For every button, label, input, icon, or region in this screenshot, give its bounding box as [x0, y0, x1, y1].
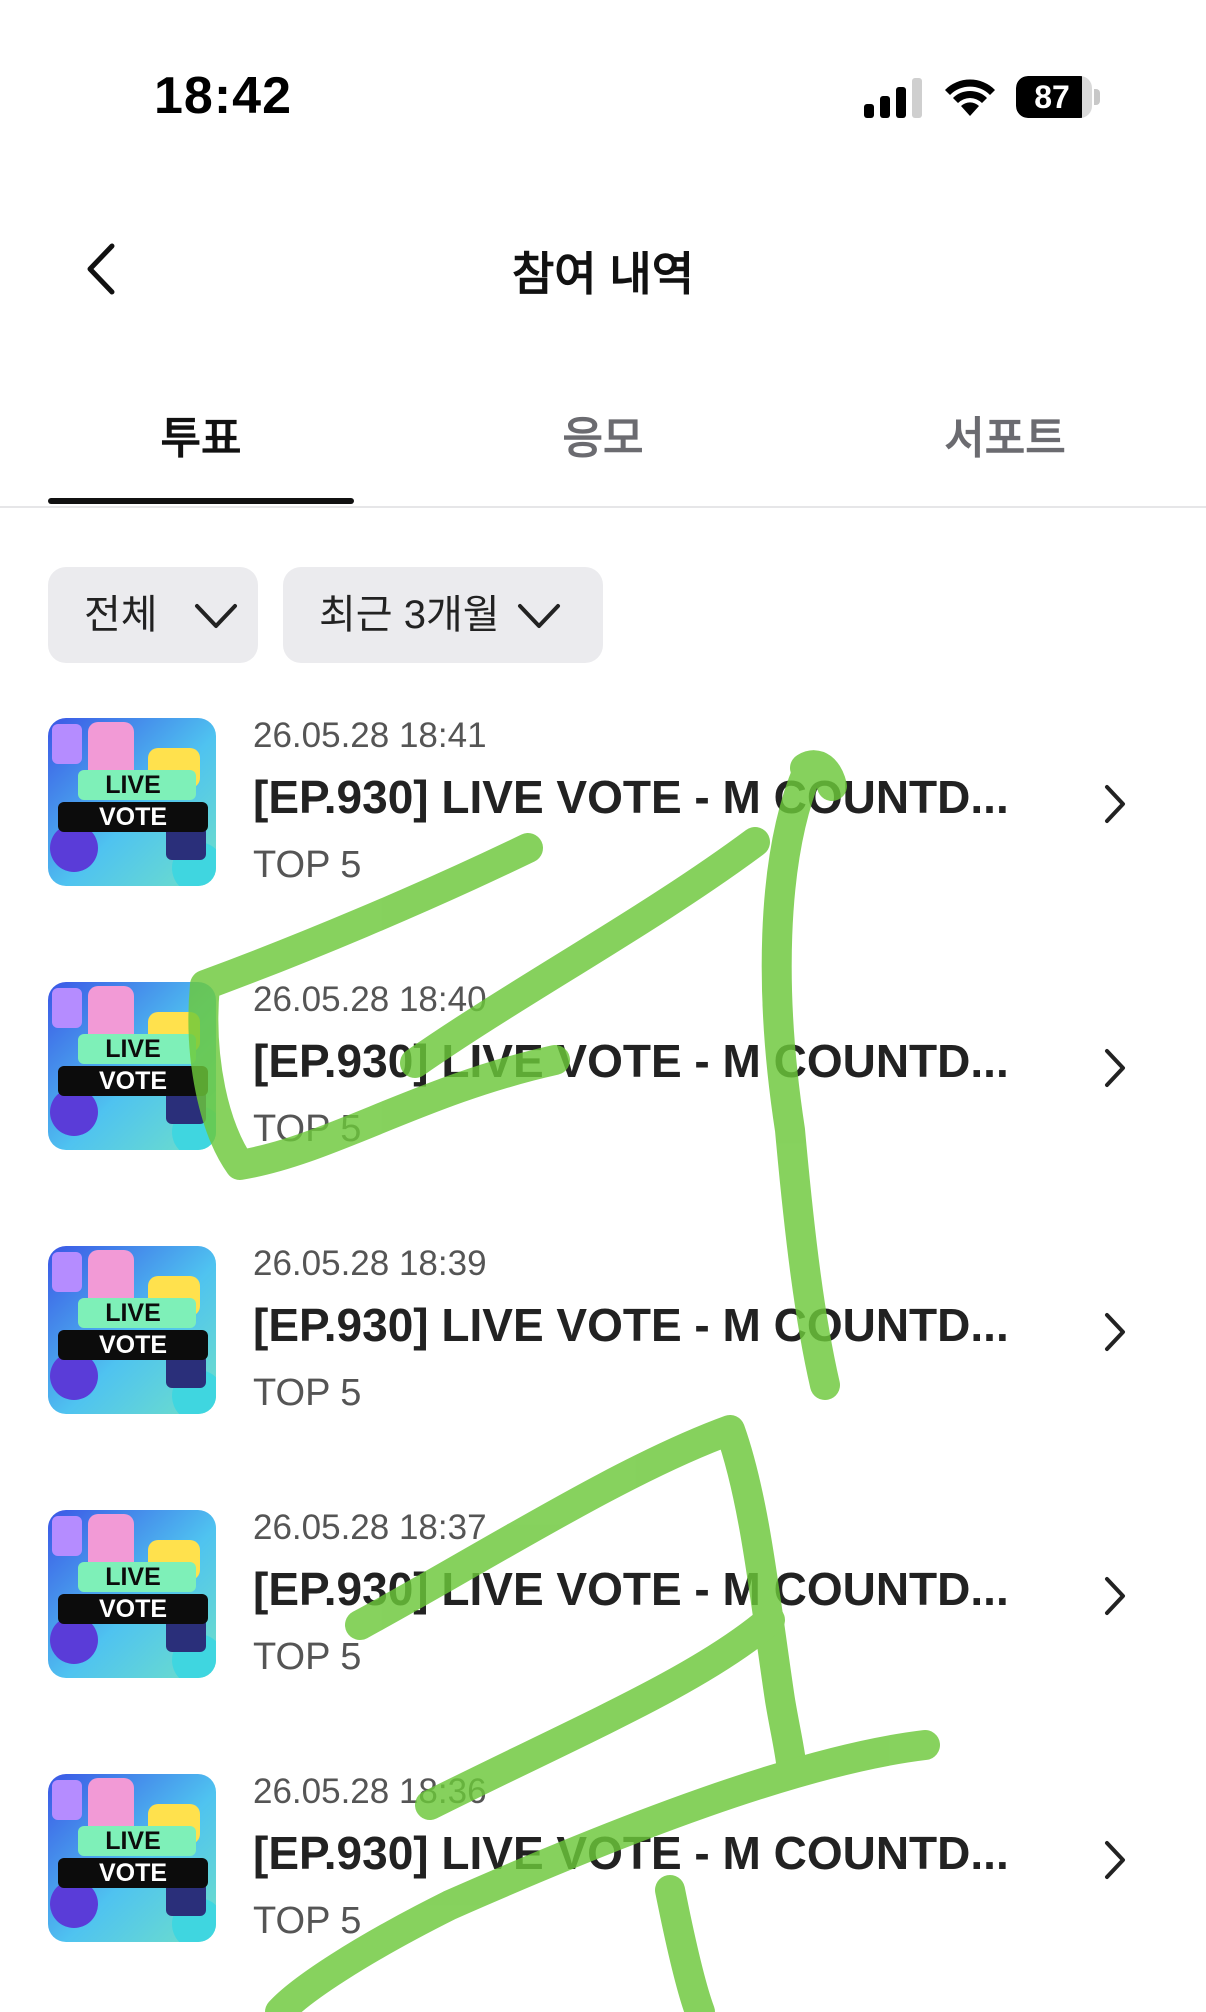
period-filter-label: 최근 3개월	[319, 593, 500, 637]
item-date: 26.05.28 18:40	[253, 980, 487, 1019]
chevron-right-icon	[1105, 1577, 1125, 1615]
list-item[interactable]: LIVE VOTE 26.05.28 18:36 [EP.930] LIVE V…	[0, 1772, 1206, 1974]
item-subtitle: TOP 5	[253, 1108, 362, 1150]
chevron-right-icon	[1105, 1841, 1125, 1879]
item-subtitle: TOP 5	[253, 844, 362, 886]
tab-support[interactable]: 서포트	[852, 402, 1158, 466]
thumbnail-live-text: LIVE	[105, 1563, 161, 1591]
item-subtitle: TOP 5	[253, 1900, 362, 1942]
thumbnail-vote-text: VOTE	[99, 1331, 167, 1359]
item-date: 26.05.28 18:41	[253, 716, 487, 755]
live-vote-thumbnail: LIVE VOTE	[48, 1510, 216, 1678]
item-date: 26.05.28 18:36	[253, 1772, 487, 1811]
status-time: 18:42	[154, 67, 292, 125]
chevron-right-icon	[1105, 785, 1125, 823]
item-title: [EP.930] LIVE VOTE - M COUNTD...	[253, 1035, 1009, 1087]
list-item[interactable]: LIVE VOTE 26.05.28 18:39 [EP.930] LIVE V…	[0, 1244, 1206, 1446]
thumbnail-live-text: LIVE	[105, 1035, 161, 1063]
thumbnail-vote-text: VOTE	[99, 1595, 167, 1623]
live-vote-thumbnail: LIVE VOTE	[48, 718, 216, 886]
category-filter-label: 전체	[84, 593, 158, 637]
period-filter-dropdown[interactable]: 최근 3개월	[283, 567, 603, 663]
page-title: 참여 내역	[511, 248, 695, 300]
item-title: [EP.930] LIVE VOTE - M COUNTD...	[253, 1299, 1009, 1351]
item-title: [EP.930] LIVE VOTE - M COUNTD...	[253, 1563, 1009, 1615]
category-filter-dropdown[interactable]: 전체	[48, 567, 258, 663]
status-bar: 18:42 87	[0, 0, 1206, 190]
tab-vote[interactable]: 투표	[48, 402, 354, 466]
thumbnail-vote-text: VOTE	[99, 1067, 167, 1095]
live-vote-thumbnail: LIVE VOTE	[48, 982, 216, 1150]
item-title: [EP.930] LIVE VOTE - M COUNTD...	[253, 771, 1009, 823]
battery-cap	[1094, 89, 1100, 105]
battery-body: 87	[1016, 76, 1092, 118]
thumbnail-live-text: LIVE	[105, 1827, 161, 1855]
chevron-down-icon	[195, 604, 237, 628]
live-vote-thumbnail: LIVE VOTE	[48, 1774, 216, 1942]
chevron-right-icon	[1105, 1313, 1125, 1351]
thumbnail-live-text: LIVE	[105, 771, 161, 799]
thumbnail-live-text: LIVE	[105, 1299, 161, 1327]
item-date: 26.05.28 18:37	[253, 1508, 487, 1547]
item-subtitle: TOP 5	[253, 1372, 362, 1414]
wifi-icon	[945, 79, 995, 116]
list-item[interactable]: LIVE VOTE 26.05.28 18:37 [EP.930] LIVE V…	[0, 1508, 1206, 1710]
item-title: [EP.930] LIVE VOTE - M COUNTD...	[253, 1827, 1009, 1879]
cellular-signal-icon	[864, 78, 922, 118]
item-subtitle: TOP 5	[253, 1636, 362, 1678]
battery-indicator: 87	[1016, 76, 1100, 118]
live-vote-thumbnail: LIVE VOTE	[48, 1246, 216, 1414]
list-item[interactable]: LIVE VOTE 26.05.28 18:40 [EP.930] LIVE V…	[0, 980, 1206, 1182]
tab-bar: 투표 응모 서포트	[0, 380, 1206, 508]
chevron-right-icon	[1105, 1049, 1125, 1087]
thumbnail-vote-text: VOTE	[99, 1859, 167, 1887]
item-date: 26.05.28 18:39	[253, 1244, 487, 1283]
tab-entry[interactable]: 응모	[450, 402, 756, 466]
battery-level: 87	[1034, 79, 1070, 115]
active-tab-indicator	[48, 498, 354, 504]
thumbnail-vote-text: VOTE	[99, 803, 167, 831]
list-item[interactable]: LIVE VOTE 26.05.28 18:41 [EP.930] LIVE V…	[0, 716, 1206, 918]
chevron-down-icon	[518, 604, 560, 628]
